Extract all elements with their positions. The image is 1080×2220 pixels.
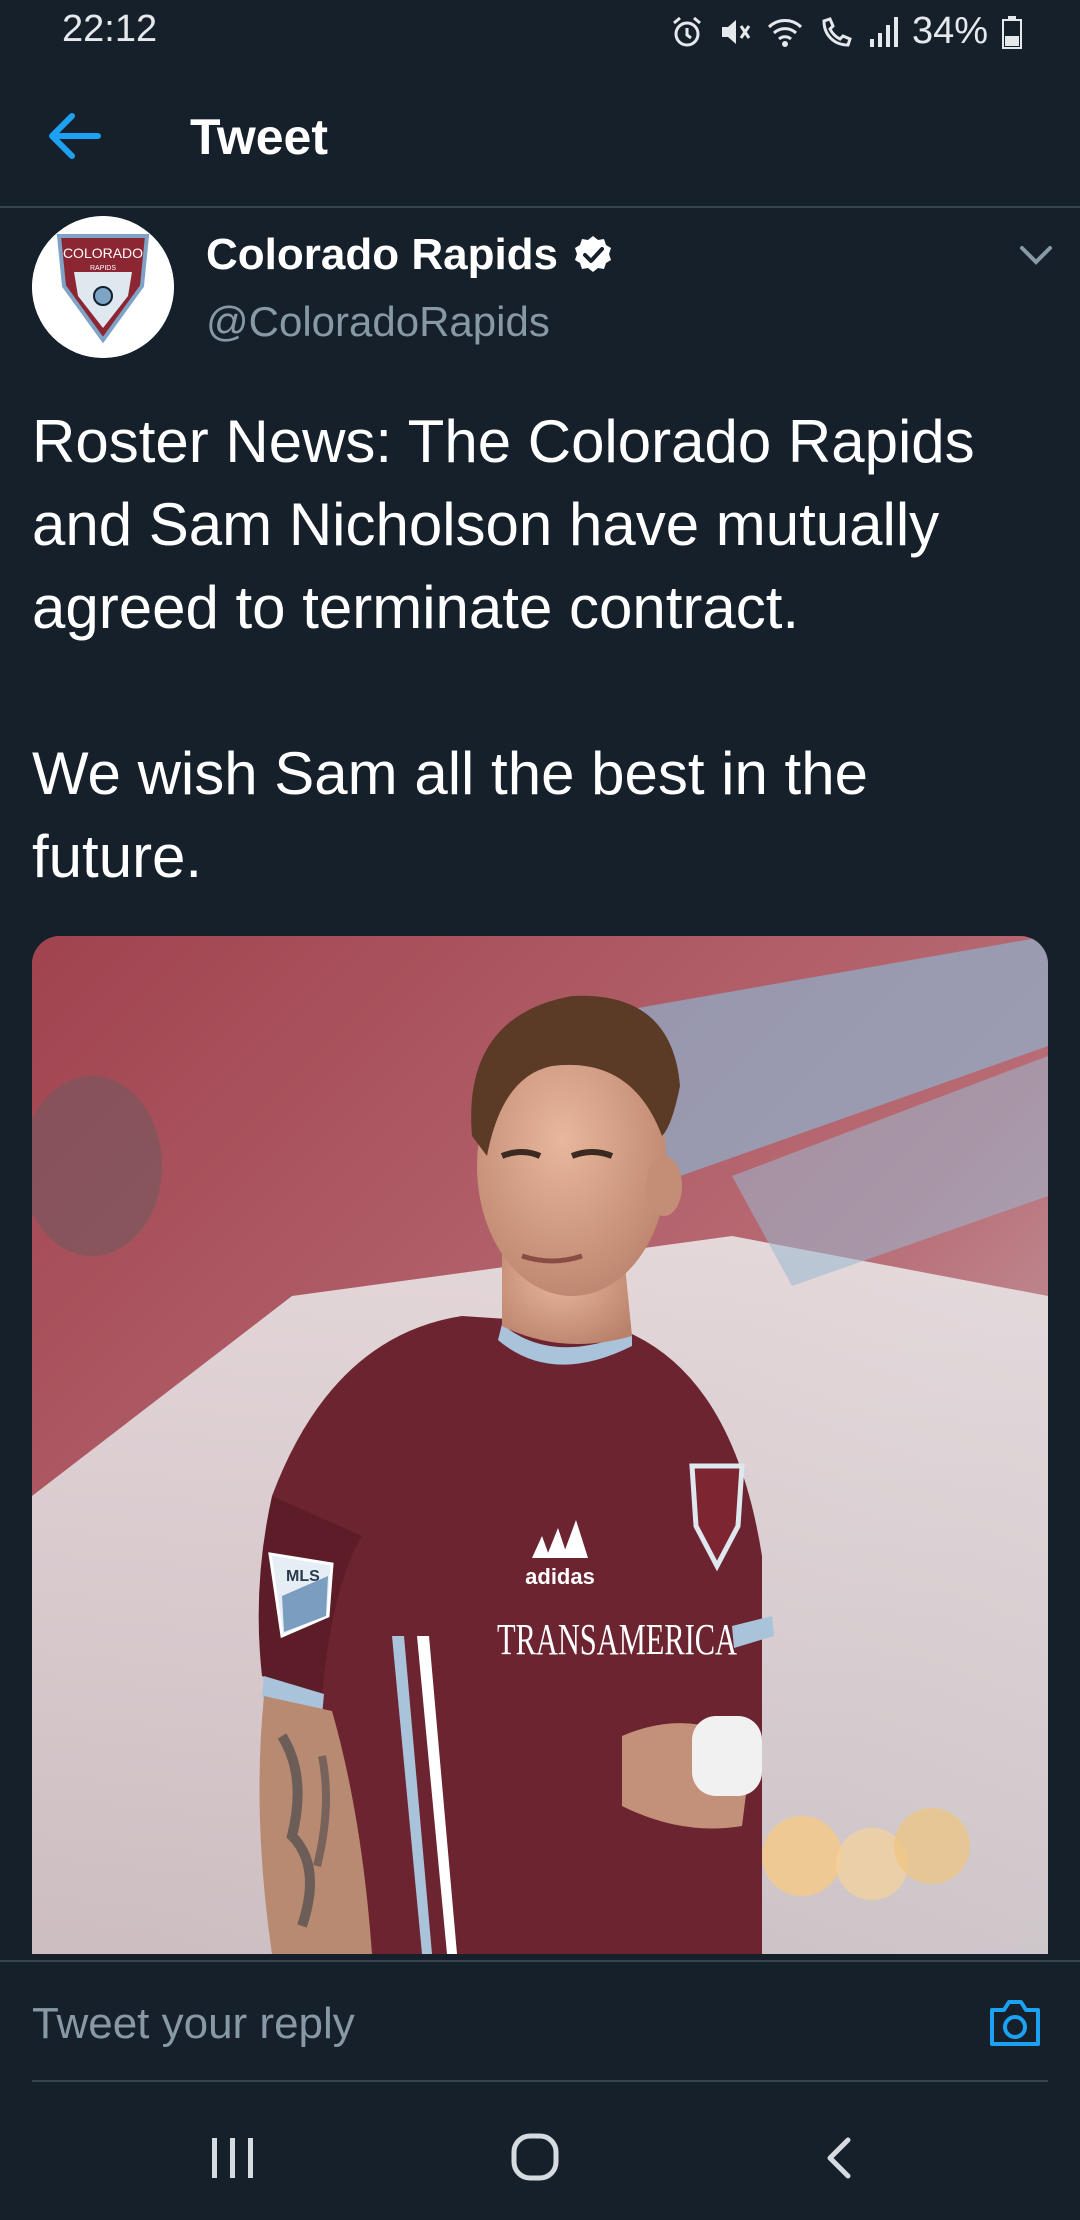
avatar[interactable]: COLORADO RAPIDS (32, 216, 174, 358)
tweet-photo[interactable]: MLS adidas TRANSAMERICA (32, 936, 1048, 1954)
author-handle[interactable]: @ColoradoRapids (206, 298, 550, 346)
status-time: 22:12 (62, 8, 158, 50)
status-bar: 22:12 34% (0, 0, 1080, 64)
status-icons: 34% (670, 10, 1022, 53)
recents-button[interactable] (210, 2136, 256, 2180)
mute-icon (718, 15, 752, 49)
chevron-down-icon (1020, 246, 1052, 265)
system-nav-bar (0, 2092, 1080, 2220)
camera-button[interactable] (986, 1996, 1044, 2050)
author-name-row[interactable]: Colorado Rapids (206, 230, 614, 280)
avatar-text: COLORADO (63, 245, 143, 261)
battery-level: 34% (911, 10, 988, 52)
home-button[interactable] (510, 2132, 560, 2182)
back-button[interactable] (44, 110, 104, 162)
sleeve-badge-text: MLS (286, 1568, 320, 1585)
app-header: Tweet (0, 64, 1080, 208)
chevron-left-icon (827, 2137, 851, 2179)
tweet-options-button[interactable] (1016, 240, 1056, 270)
page-title: Tweet (190, 109, 328, 165)
wifi-call-icon (818, 15, 854, 49)
nav-back-button[interactable] (824, 2136, 854, 2180)
battery-icon (1002, 15, 1022, 49)
reply-underline (32, 2080, 1048, 2082)
signal-icon (868, 15, 898, 49)
verified-badge-icon (572, 234, 614, 276)
jersey-sponsor-text: TRANSAMERICA (497, 1615, 737, 1664)
alarm-icon (670, 15, 704, 49)
reply-input[interactable] (32, 1984, 932, 2064)
avatar-subtext: RAPIDS (90, 265, 116, 272)
camera-icon (990, 2000, 1040, 2046)
tweet-text: Roster News: The Colorado Rapids and Sam… (32, 408, 975, 890)
reply-bar (0, 1960, 1080, 2092)
jersey-brand-text: adidas (525, 1564, 595, 1589)
author-name[interactable]: Colorado Rapids (206, 230, 558, 280)
recents-icon (212, 2138, 253, 2178)
rapids-logo: COLORADO RAPIDS (32, 216, 174, 358)
home-icon (511, 2133, 559, 2181)
back-arrow-icon (49, 113, 101, 159)
wifi-icon (766, 15, 804, 49)
